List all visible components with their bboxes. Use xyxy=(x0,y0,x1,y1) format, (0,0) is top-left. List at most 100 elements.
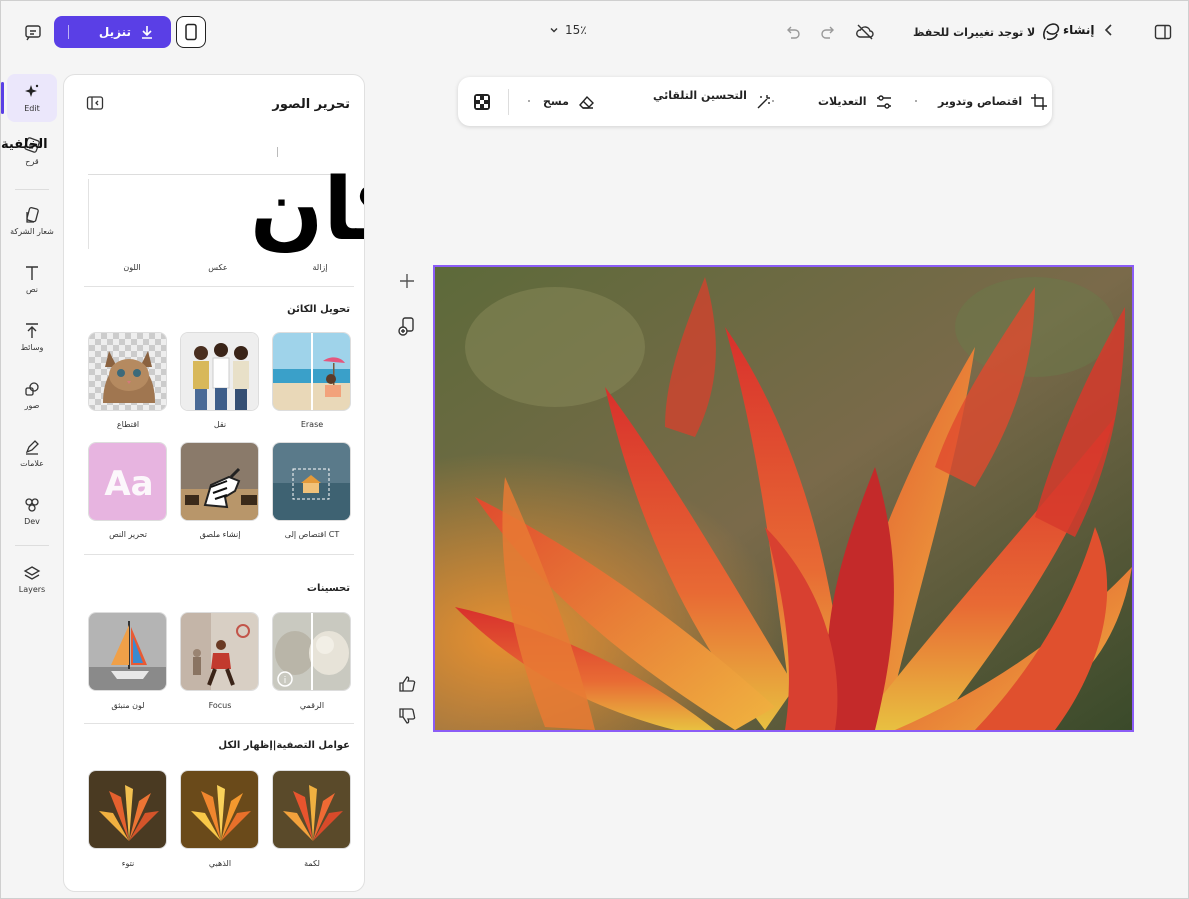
crop-rotate-label: اقتصاص وتدوير xyxy=(938,95,1023,108)
sidebar-toggle-icon[interactable] xyxy=(1149,18,1177,46)
image-toolbar: مسح التحسين التلقائي التعديلات اقتصاص وت… xyxy=(458,77,1052,126)
succulent-photo xyxy=(435,267,1132,730)
download-label: تنزيل xyxy=(98,25,131,39)
tile-label: إنشاء ملصق xyxy=(199,530,241,539)
save-status-text: لا توجد تغييرات للحفظ xyxy=(913,25,1036,39)
section-title-enhance: تحسينات xyxy=(306,583,350,594)
top-bar: تنزيل 15٪ لا توجد تغييرات للحفظ إنشاء xyxy=(1,1,1189,63)
rail-item-photos[interactable]: صور xyxy=(7,371,57,419)
rail-item-brand[interactable]: شعار الشركة xyxy=(7,197,57,245)
erase-tool-label: مسح xyxy=(543,95,569,108)
tile-focus[interactable] xyxy=(180,612,259,691)
canvas-image[interactable] xyxy=(433,265,1134,732)
tile-sticker[interactable] xyxy=(180,442,259,521)
tile-crop-to-ct[interactable] xyxy=(272,442,351,521)
quick-label-color: اللون xyxy=(123,263,141,272)
rail-label: علامات xyxy=(20,459,44,468)
save-status: لا توجد تغييرات للحفظ xyxy=(913,21,1061,43)
tile-label: اقتصاص إلى CT xyxy=(284,530,340,539)
create-label: إنشاء xyxy=(1063,23,1095,37)
tile-label: نتوء xyxy=(121,859,135,868)
add-page-icon[interactable] xyxy=(396,270,418,292)
pen-icon xyxy=(25,440,39,455)
crop-rotate-button[interactable]: اقتصاص وتدوير xyxy=(938,77,1048,126)
chevron-right-icon xyxy=(1105,24,1113,36)
tile-upscale[interactable]: i xyxy=(272,612,351,691)
rail-label: شعار الشركة xyxy=(10,227,54,236)
transparency-button[interactable] xyxy=(474,77,490,126)
rail-item-text[interactable]: نص xyxy=(7,255,57,303)
zoom-control[interactable]: 15٪ xyxy=(549,23,587,37)
thumbs-up-icon[interactable] xyxy=(396,673,418,695)
crop-icon xyxy=(1031,93,1048,110)
duplicate-page-icon[interactable] xyxy=(396,315,418,337)
tile-label: الذهبي xyxy=(208,859,232,868)
rail-item-media[interactable]: وسائط xyxy=(7,313,57,361)
section-title-transform: تحويل الكائن xyxy=(287,304,350,315)
svg-text:i: i xyxy=(284,676,287,686)
sparkle-icon xyxy=(25,84,39,97)
erase-tool-button[interactable]: مسح xyxy=(543,77,595,126)
download-icon xyxy=(142,26,152,39)
background-overlap-label: الخلفية xyxy=(1,137,48,152)
phone-icon xyxy=(185,23,197,41)
adjustments-button[interactable]: التعديلات xyxy=(818,77,893,126)
remove-tile-glyph[interactable]: كان xyxy=(250,167,364,253)
rail-label: صور xyxy=(24,401,40,410)
checkerboard-icon xyxy=(474,93,490,110)
rail-label: Edit xyxy=(24,104,40,113)
sliders-icon xyxy=(876,94,891,109)
create-breadcrumb[interactable]: إنشاء xyxy=(1063,23,1114,37)
thumbs-down-icon[interactable] xyxy=(396,705,418,727)
tile-label: تحرير النص xyxy=(109,530,147,539)
tile-filter-golden[interactable] xyxy=(180,770,259,849)
redo-icon[interactable] xyxy=(814,18,842,46)
cloud-off-icon[interactable] xyxy=(851,18,879,46)
rail-item-background[interactable]: الخلفية قرح xyxy=(1,127,57,175)
rail-label: Layers xyxy=(18,585,46,594)
feedback-icon[interactable] xyxy=(19,18,47,46)
rail-item-draw[interactable]: علامات xyxy=(7,429,57,477)
section-title-filters[interactable]: عوامل التصفية|إظهار الكل xyxy=(218,740,350,751)
rail-item-apps[interactable]: Dev xyxy=(7,487,57,535)
rail-item-layers[interactable]: Layers xyxy=(7,555,57,603)
zoom-value: 15٪ xyxy=(565,23,587,37)
resize-button[interactable] xyxy=(176,16,206,48)
tile-edit-text[interactable]: Aa xyxy=(88,442,167,521)
auto-enhance-button[interactable]: التحسين التلقائي xyxy=(653,77,773,126)
download-button[interactable]: تنزيل xyxy=(54,16,171,48)
rail-label: Dev xyxy=(24,517,40,526)
edit-panel: تحرير الصور كان إزالة عكس اللون تحويل ال… xyxy=(63,74,365,892)
text-icon xyxy=(26,266,38,280)
app-window: تنزيل 15٪ لا توجد تغييرات للحفظ إنشاء Ed… xyxy=(0,0,1189,899)
rail-label: نص xyxy=(25,285,39,294)
layers-icon xyxy=(23,566,41,580)
tile-filter-bump[interactable] xyxy=(88,770,167,849)
quick-label-remove: إزالة xyxy=(312,263,328,272)
panel-title: تحرير الصور xyxy=(272,97,350,112)
collapse-panel-icon[interactable] xyxy=(86,95,104,115)
svg-text:Aa: Aa xyxy=(104,464,153,504)
tile-filter-punch[interactable] xyxy=(272,770,351,849)
tile-cutout[interactable] xyxy=(88,332,167,411)
upload-icon xyxy=(26,323,38,338)
rail-item-edit[interactable]: Edit xyxy=(1,74,57,122)
eraser-icon xyxy=(578,95,594,109)
tile-label: اقتطاع xyxy=(116,420,140,429)
undo-icon[interactable] xyxy=(779,18,807,46)
quick-label-flip: عكس xyxy=(208,263,228,272)
rail-label: وسائط xyxy=(20,343,44,352)
brand-icon xyxy=(26,207,39,223)
tile-move[interactable] xyxy=(180,332,259,411)
tile-label: Focus xyxy=(208,701,232,710)
chevron-down-icon xyxy=(550,28,558,33)
tile-label: لون منبثق xyxy=(111,701,145,710)
tile-erase[interactable] xyxy=(272,332,351,411)
adjustments-label: التعديلات xyxy=(818,95,867,108)
tile-label: نقل xyxy=(213,420,227,429)
tile-label: Erase xyxy=(300,420,324,429)
tile-color-pop[interactable] xyxy=(88,612,167,691)
designer-logo-icon xyxy=(1043,23,1060,41)
tile-label: لكمة xyxy=(304,859,320,868)
shapes-icon xyxy=(25,382,39,396)
